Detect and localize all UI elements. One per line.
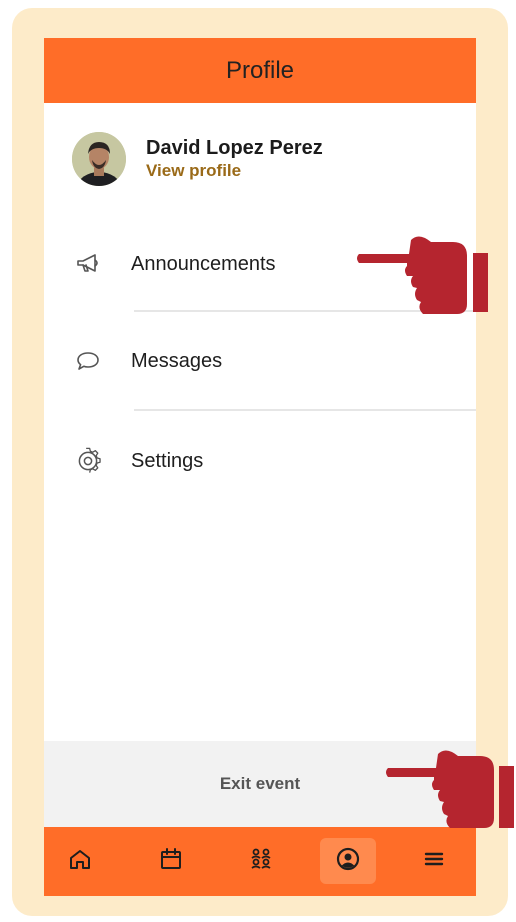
exit-event-label: Exit event [219,774,301,793]
nav-calendar[interactable] [143,838,199,884]
gear-icon [72,445,104,477]
nav-profile[interactable] [320,838,376,884]
nav-home[interactable] [52,838,108,884]
megaphone-icon [72,248,104,280]
nav-people[interactable] [233,838,289,884]
menu-label-settings: Settings [131,449,204,472]
view-profile-link[interactable]: View profile [146,160,323,182]
pointing-hand-icon [357,236,488,314]
nav-menu[interactable] [406,838,462,884]
people-icon [249,847,273,876]
menu-item-messages[interactable]: Messages [44,333,476,389]
top-bar: Profile [44,38,476,103]
menu-item-settings[interactable]: Settings [44,433,476,489]
pointing-hand-icon [386,750,514,828]
avatar [72,132,126,186]
profile-summary[interactable]: David Lopez Perez View profile [72,132,323,186]
profile-circle-icon [336,847,360,876]
menu-label-messages: Messages [131,349,223,372]
profile-name: David Lopez Perez [146,137,323,159]
page-title: Profile [225,56,295,84]
chat-bubble-icon [72,345,104,377]
calendar-icon [159,847,183,876]
menu-label-announcements: Announcements [131,252,276,275]
home-icon [68,847,92,876]
divider [134,409,476,411]
menu-icon [423,848,445,875]
bottom-nav [44,827,476,896]
